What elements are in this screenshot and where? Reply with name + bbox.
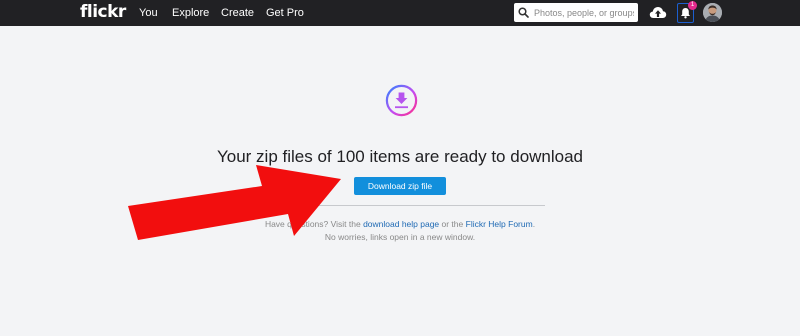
- search-box[interactable]: [514, 3, 638, 22]
- nav-explore[interactable]: Explore: [172, 6, 209, 20]
- flickr-help-forum-link[interactable]: Flickr Help Forum: [466, 219, 533, 229]
- red-arrow-annotation: [128, 165, 341, 240]
- help-text: Have questions? Visit the download help …: [0, 218, 800, 230]
- download-icon: [385, 84, 418, 117]
- nav-you[interactable]: You: [139, 6, 158, 20]
- help-suffix: .: [532, 219, 536, 229]
- search-icon[interactable]: [514, 3, 532, 22]
- download-help-page-link[interactable]: download help page: [363, 219, 439, 229]
- avatar[interactable]: [703, 3, 722, 22]
- top-navigation-bar: flickr You Explore Create Get Pro 1: [0, 0, 800, 26]
- nav-create[interactable]: Create: [221, 6, 254, 20]
- help-prefix: Have questions? Visit the: [264, 219, 364, 229]
- page-title: Your zip files of 100 items are ready to…: [216, 147, 584, 166]
- upload-cloud-icon[interactable]: [649, 5, 667, 21]
- notification-count-badge: 1: [688, 1, 697, 10]
- search-input[interactable]: [532, 4, 636, 21]
- divider: [255, 205, 545, 206]
- download-zip-button[interactable]: Download zip file: [354, 177, 446, 195]
- help-middle: or the: [439, 219, 466, 229]
- new-window-note: No worries, links open in a new window.: [324, 232, 476, 242]
- flickr-logo[interactable]: flickr: [80, 2, 126, 22]
- nav-get-pro[interactable]: Get Pro: [266, 6, 304, 20]
- notifications-bell[interactable]: 1: [677, 1, 697, 23]
